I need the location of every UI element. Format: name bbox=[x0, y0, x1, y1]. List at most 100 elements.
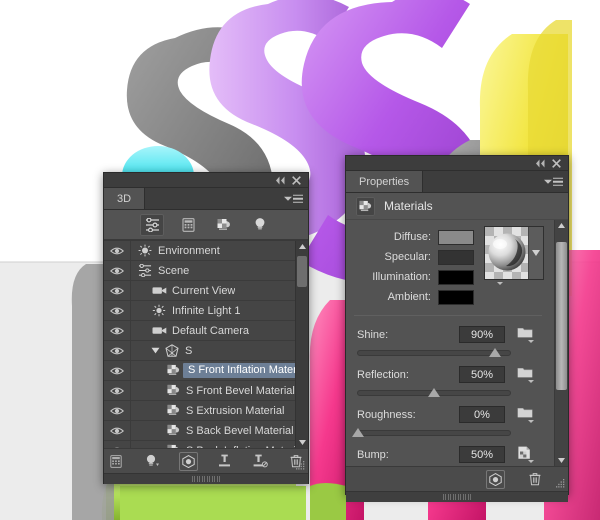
texture-menu-icon[interactable] bbox=[514, 446, 536, 464]
material-slider-block[interactable]: Reflection: 50% bbox=[346, 356, 550, 397]
properties-body[interactable]: Diffuse: Specular: Illumination: Ambient: bbox=[346, 220, 568, 466]
panel-menu-icon[interactable] bbox=[544, 177, 563, 186]
material-color-row[interactable]: Ambient: bbox=[350, 287, 550, 307]
color-swatch[interactable] bbox=[438, 289, 474, 305]
list-item[interactable]: Scene bbox=[104, 261, 308, 281]
list-item-body[interactable]: S Front Bevel Material bbox=[131, 381, 308, 400]
eye-icon[interactable] bbox=[104, 381, 131, 400]
eye-icon[interactable] bbox=[104, 361, 131, 380]
scroll-up-arrow-icon[interactable] bbox=[296, 241, 308, 252]
disclosure-triangle-icon[interactable] bbox=[149, 347, 162, 354]
remove-ground-plane-icon[interactable] bbox=[251, 452, 270, 471]
slider-value-input[interactable]: 50% bbox=[459, 446, 505, 463]
panel-3d-bottom-toolbar[interactable] bbox=[104, 448, 308, 473]
scroll-track[interactable] bbox=[555, 231, 568, 455]
eye-icon[interactable] bbox=[104, 341, 131, 360]
list-item[interactable]: Default Camera bbox=[104, 321, 308, 341]
panel-3d-tabbar[interactable]: 3D bbox=[104, 188, 308, 210]
collapse-double-arrow-icon[interactable] bbox=[274, 174, 287, 187]
color-swatch[interactable] bbox=[438, 249, 474, 265]
slider-track[interactable] bbox=[352, 428, 511, 437]
collapse-double-arrow-icon[interactable] bbox=[534, 157, 547, 170]
eye-icon[interactable] bbox=[104, 281, 131, 300]
list-item-body[interactable]: Environment bbox=[131, 241, 308, 260]
folder-icon[interactable] bbox=[514, 366, 536, 384]
render-icon[interactable] bbox=[179, 452, 198, 471]
panel-3d-scrollbar[interactable] bbox=[295, 241, 308, 448]
scroll-down-arrow-icon[interactable] bbox=[555, 455, 568, 466]
material-slider-list[interactable]: Shine: 90% Reflection: 50% Roughness: 0% Bump:… bbox=[346, 316, 550, 466]
panel-properties-tabbar[interactable]: Properties bbox=[346, 171, 568, 193]
list-item-body[interactable]: Infinite Light 1 bbox=[131, 301, 308, 320]
tab-3d[interactable]: 3D bbox=[104, 188, 146, 209]
color-swatch[interactable] bbox=[438, 229, 474, 245]
list-item-body[interactable]: S Back Bevel Material bbox=[131, 421, 308, 440]
slider-thumb[interactable] bbox=[488, 348, 501, 357]
scroll-down-arrow-icon[interactable] bbox=[296, 437, 308, 448]
panel-3d-filter-toolbar[interactable] bbox=[104, 210, 308, 240]
list-item[interactable]: S Back Bevel Material bbox=[104, 421, 308, 441]
list-item-body[interactable]: Current View bbox=[131, 281, 308, 300]
folder-icon[interactable] bbox=[514, 406, 536, 424]
tab-properties[interactable]: Properties bbox=[346, 171, 424, 192]
list-item[interactable]: S Front Inflation Material bbox=[104, 361, 308, 381]
scene-filter-icon[interactable] bbox=[140, 213, 164, 236]
panel-properties-scrollbar[interactable] bbox=[554, 220, 568, 466]
panel-3d[interactable]: 3D Environment Scene Current View Infini… bbox=[103, 172, 309, 484]
delete-icon[interactable] bbox=[525, 470, 544, 489]
eye-icon[interactable] bbox=[104, 421, 131, 440]
list-item[interactable]: S Back Inflation Material bbox=[104, 441, 308, 448]
list-item-body[interactable]: S Back Inflation Material bbox=[131, 441, 308, 448]
material-sphere-preview[interactable] bbox=[484, 226, 544, 280]
list-item-body[interactable]: Default Camera bbox=[131, 321, 308, 340]
add-light-icon[interactable] bbox=[143, 452, 162, 471]
eye-icon[interactable] bbox=[104, 401, 131, 420]
scroll-thumb[interactable] bbox=[297, 255, 307, 288]
slider-value-input[interactable]: 50% bbox=[459, 366, 505, 383]
ground-plane-shadow-catcher-icon[interactable] bbox=[215, 452, 234, 471]
close-icon[interactable] bbox=[550, 157, 563, 170]
panel-3d-scene-list[interactable]: Environment Scene Current View Infinite Lig… bbox=[104, 240, 308, 448]
material-slider-block[interactable]: Shine: 90% bbox=[346, 316, 550, 357]
scroll-thumb[interactable] bbox=[556, 242, 567, 391]
color-swatch[interactable] bbox=[438, 269, 474, 285]
panel-menu-icon[interactable] bbox=[284, 194, 303, 203]
material-slider-block[interactable]: Bump: 50% bbox=[346, 436, 550, 466]
add-mesh-icon[interactable] bbox=[107, 452, 126, 471]
material-slider-block[interactable]: Roughness: 0% bbox=[346, 396, 550, 437]
folder-icon[interactable] bbox=[514, 326, 536, 344]
scroll-track[interactable] bbox=[296, 252, 308, 437]
panel-properties[interactable]: Properties Materials Diffuse: Specular: Il… bbox=[345, 155, 569, 502]
resize-grip-icon[interactable] bbox=[556, 479, 565, 488]
list-item[interactable]: Environment bbox=[104, 241, 308, 261]
panel-properties-bottom-toolbar[interactable] bbox=[346, 466, 568, 491]
close-icon[interactable] bbox=[290, 174, 303, 187]
eye-icon[interactable] bbox=[104, 321, 131, 340]
slider-track[interactable] bbox=[357, 348, 511, 357]
slider-value-input[interactable]: 90% bbox=[459, 326, 505, 343]
materials-filter-icon[interactable] bbox=[212, 214, 236, 236]
list-item[interactable]: Infinite Light 1 bbox=[104, 301, 308, 321]
slider-thumb[interactable] bbox=[352, 428, 364, 437]
lights-filter-icon[interactable] bbox=[248, 214, 272, 236]
panel-3d-footer-grip[interactable] bbox=[104, 473, 308, 484]
preview-dropdown-button[interactable] bbox=[528, 227, 543, 279]
list-item[interactable]: Current View bbox=[104, 281, 308, 301]
list-item[interactable]: S bbox=[104, 341, 308, 361]
resize-grip-icon[interactable] bbox=[296, 461, 305, 470]
eye-icon[interactable] bbox=[104, 241, 131, 260]
mesh-filter-icon[interactable] bbox=[176, 214, 200, 236]
list-item-body[interactable]: S bbox=[131, 341, 308, 360]
slider-track[interactable] bbox=[357, 388, 511, 397]
list-item[interactable]: S Front Bevel Material bbox=[104, 381, 308, 401]
slider-value-input[interactable]: 0% bbox=[459, 406, 505, 423]
eye-icon[interactable] bbox=[104, 261, 131, 280]
eye-icon[interactable] bbox=[104, 441, 131, 448]
list-item-body[interactable]: S Extrusion Material bbox=[131, 401, 308, 420]
scroll-up-arrow-icon[interactable] bbox=[555, 220, 568, 231]
render-icon[interactable] bbox=[486, 470, 505, 489]
slider-thumb[interactable] bbox=[428, 388, 440, 397]
list-item[interactable]: S Extrusion Material bbox=[104, 401, 308, 421]
list-item-body[interactable]: S Front Inflation Material bbox=[131, 361, 308, 380]
eye-icon[interactable] bbox=[104, 301, 131, 320]
